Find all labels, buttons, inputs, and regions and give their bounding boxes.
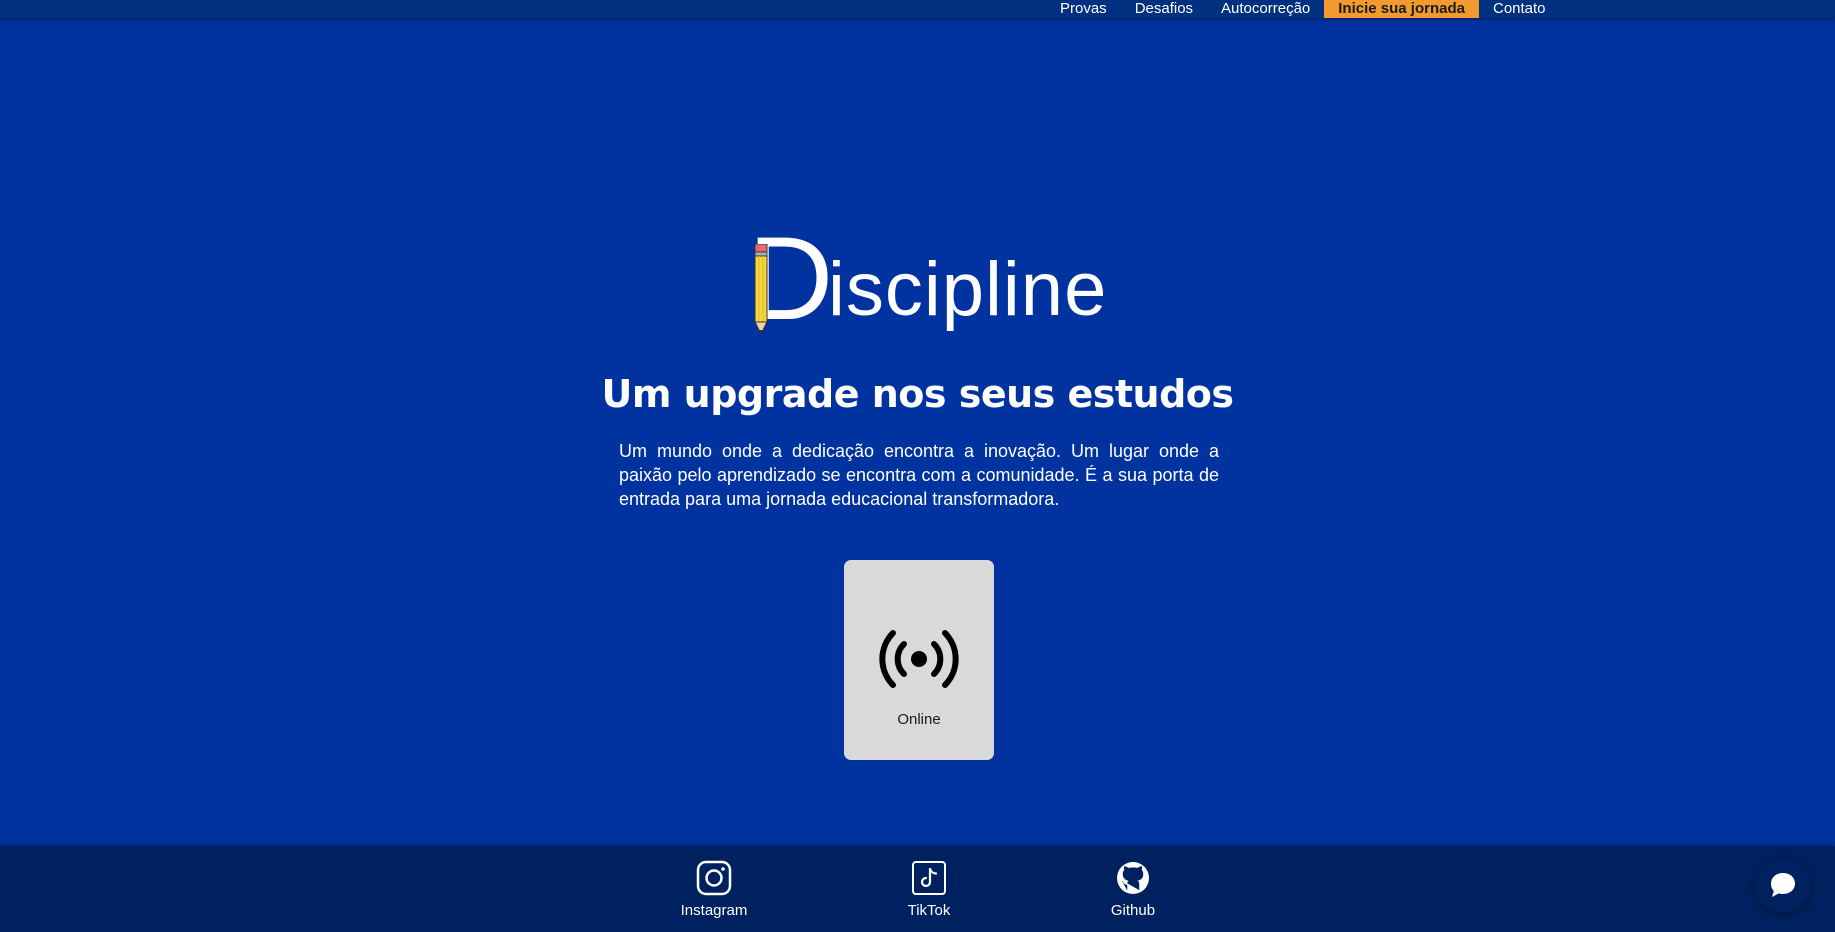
main-nav: Provas Desafios Autocorreção Inicie sua … bbox=[1046, 0, 1560, 18]
hero-intro: Um mundo onde a dedicação encontra a ino… bbox=[619, 441, 1219, 509]
tiktok-label: TikTok bbox=[907, 902, 951, 919]
footer: Instagram TikTok Github bbox=[0, 846, 1835, 932]
online-card-label: Online bbox=[897, 711, 941, 728]
discipline-logo: D iscipline bbox=[748, 220, 1108, 338]
tiktok-link[interactable]: TikTok bbox=[879, 860, 979, 919]
hero-headline: Um upgrade nos seus estudos bbox=[601, 372, 1234, 416]
broadcast-signal-icon bbox=[879, 630, 959, 688]
tiktok-icon bbox=[912, 861, 946, 895]
instagram-icon bbox=[696, 860, 732, 896]
chat-bubble-icon bbox=[1771, 873, 1795, 897]
nav-item-contato[interactable]: Contato bbox=[1479, 0, 1560, 18]
nav-item-desafios[interactable]: Desafios bbox=[1121, 0, 1207, 18]
instagram-link[interactable]: Instagram bbox=[664, 860, 764, 919]
github-label: Github bbox=[1110, 902, 1156, 919]
instagram-label: Instagram bbox=[680, 902, 748, 919]
online-card[interactable]: Online bbox=[844, 560, 994, 760]
chat-button[interactable] bbox=[1755, 857, 1811, 913]
pencil-icon bbox=[754, 244, 768, 336]
nav-item-inicie-sua-jornada[interactable]: Inicie sua jornada bbox=[1324, 0, 1479, 18]
top-navbar: Provas Desafios Autocorreção Inicie sua … bbox=[0, 0, 1835, 18]
github-icon bbox=[1117, 862, 1149, 894]
logo-d-pencil: D bbox=[748, 220, 833, 338]
logo-wordmark: iscipline bbox=[828, 247, 1108, 332]
github-link[interactable]: Github bbox=[1083, 860, 1183, 919]
nav-item-provas[interactable]: Provas bbox=[1046, 0, 1121, 18]
nav-item-autocorrecao[interactable]: Autocorreção bbox=[1207, 0, 1324, 18]
